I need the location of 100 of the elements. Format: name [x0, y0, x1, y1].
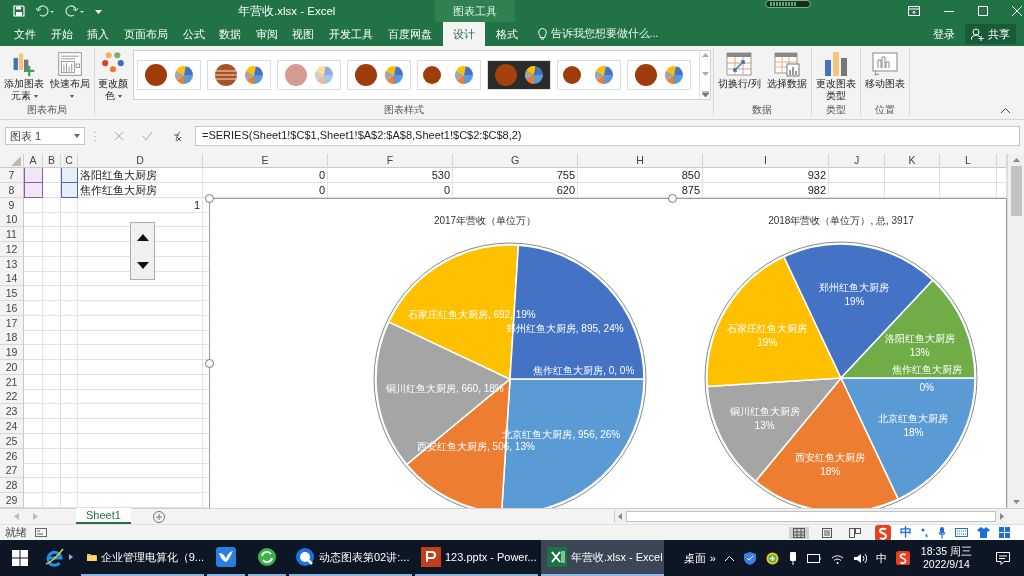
volume-icon[interactable] [853, 552, 867, 564]
scroll-thumb[interactable] [1010, 166, 1022, 216]
row-header[interactable]: 10 [0, 212, 24, 228]
taskbar-item[interactable]: 年营收.xlsx - Excel [541, 540, 664, 576]
resize-handle[interactable] [668, 194, 677, 203]
row-header[interactable]: 23 [0, 404, 24, 420]
scroll-up-icon[interactable] [1012, 158, 1020, 162]
undo-icon[interactable] [35, 5, 55, 17]
value-label[interactable]: 19% [844, 296, 865, 308]
gallery-more-icon[interactable] [701, 91, 709, 97]
ribbon-tab[interactable]: 数据 [211, 22, 249, 46]
ribbon-display-options-icon[interactable] [908, 6, 921, 16]
keyboard-icon[interactable] [955, 528, 968, 537]
share-button[interactable]: 共享 [965, 24, 1016, 44]
ribbon-button[interactable]: 切换行/列 [716, 50, 763, 91]
column-header[interactable]: K [885, 154, 940, 168]
resize-handle[interactable] [205, 194, 214, 203]
insert-function-icon[interactable] [171, 130, 183, 142]
row-header[interactable]: 15 [0, 286, 24, 302]
start-button[interactable] [12, 550, 28, 566]
ribbon-tab[interactable]: 开始 [43, 22, 81, 46]
add-sheet-icon[interactable] [152, 510, 165, 523]
usb-device-icon[interactable] [788, 551, 797, 565]
input-mode-toggle[interactable]: 中 [900, 524, 912, 541]
chart-style-thumbnail[interactable] [487, 60, 551, 90]
row-header[interactable]: 19 [0, 345, 24, 361]
tell-me-search-field[interactable]: 告诉我您想要做什么... [550, 27, 659, 41]
ribbon-tab[interactable]: 页面布局 [116, 22, 176, 46]
column-header[interactable]: G [453, 154, 578, 168]
column-header[interactable]: H [578, 154, 703, 168]
close-icon[interactable] [1012, 6, 1023, 16]
taskbar-item[interactable]: 动态图表第02讲:... [289, 540, 412, 576]
column-header[interactable]: D [78, 154, 203, 168]
clock-date[interactable]: 2022/9/14 [923, 558, 970, 571]
vertical-scrollbar[interactable] [1007, 154, 1024, 508]
row-header[interactable]: 14 [0, 271, 24, 287]
clock-time[interactable]: 18:35 周三 [920, 545, 972, 558]
gallery-scroll-bar[interactable] [699, 51, 710, 99]
row-header[interactable]: 28 [0, 478, 24, 494]
chart-style-thumbnail[interactable] [557, 60, 621, 90]
ribbon-tab[interactable]: 插入 [80, 22, 117, 46]
chart-style-thumbnail[interactable] [347, 60, 411, 90]
ribbon-tab[interactable]: 格式 [488, 22, 526, 46]
taskbar-item[interactable]: 企业管理电算化（9... [81, 540, 204, 576]
row-header[interactable]: 18 [0, 330, 24, 346]
row-header[interactable]: 11 [0, 227, 24, 243]
ribbon-tab[interactable]: 开发工具 [321, 22, 381, 46]
plus-circle-icon[interactable] [765, 551, 779, 565]
column-header[interactable]: J [829, 154, 885, 168]
chart-area[interactable] [209, 198, 1007, 508]
row-header[interactable]: 27 [0, 463, 24, 479]
input-language-indicator[interactable]: 中 [875, 550, 887, 566]
customize-caret-icon[interactable] [95, 8, 102, 14]
ribbon-button[interactable]: 更改图表类型 [813, 50, 858, 103]
save-icon[interactable] [13, 5, 25, 17]
horizontal-scrollbar[interactable] [614, 510, 1007, 523]
scroll-left-icon[interactable] [618, 513, 622, 520]
ribbon-tab[interactable]: 文件 [7, 22, 44, 46]
chart-style-thumbnail[interactable] [277, 60, 341, 90]
column-header[interactable]: F [328, 154, 453, 168]
change-colors-button[interactable]: 更改颜色 [97, 50, 129, 103]
chart-style-thumbnail[interactable] [417, 60, 481, 90]
category-label[interactable]: 焦作红鱼大厨房 [533, 365, 604, 376]
jump-list-arrow-icon[interactable] [69, 554, 73, 560]
toolbar-overflow-button[interactable]: » [709, 552, 716, 564]
notification-icon[interactable] [996, 551, 1010, 565]
shield-icon[interactable] [743, 551, 756, 565]
sign-in-link[interactable]: 登录 [933, 22, 955, 46]
column-header[interactable]: E [203, 154, 328, 168]
maximize-icon[interactable] [978, 6, 989, 16]
scroll-right-icon[interactable] [1000, 513, 1004, 520]
ribbon-tab[interactable]: 设计 [442, 22, 485, 46]
input-method-logo-icon[interactable] [875, 524, 891, 541]
battery-icon[interactable] [806, 553, 821, 563]
row-header[interactable]: 24 [0, 419, 24, 434]
formula-field[interactable]: =SERIES(Sheet1!$C$1,Sheet1!$A$2:$A$8,Sheet1!$C$2:$C$8,2) [195, 126, 1020, 146]
pie-slice[interactable] [840, 279, 976, 379]
ribbon-tab[interactable]: 百度网盘 [380, 22, 439, 46]
macro-record-icon[interactable] [35, 528, 47, 537]
chart-style-thumbnail[interactable] [627, 60, 691, 90]
column-header[interactable]: L [940, 154, 997, 168]
input-method-logo-icon[interactable] [895, 551, 910, 565]
ribbon-button[interactable]: 快速布局 [48, 50, 92, 103]
taskbar-item[interactable]: 123.pptx - Power... [415, 540, 538, 576]
normal-view-icon[interactable] [789, 526, 809, 539]
ribbon-button[interactable]: 移动图表 [862, 50, 907, 91]
collapse-ribbon-icon[interactable] [1001, 108, 1010, 113]
row-header[interactable]: 22 [0, 389, 24, 405]
redo-icon[interactable] [65, 5, 85, 17]
grid-icon[interactable] [999, 527, 1010, 538]
spin-button[interactable] [130, 222, 155, 280]
show-hidden-icons-icon[interactable] [724, 555, 734, 561]
ribbon-tab[interactable]: 视图 [285, 22, 322, 46]
ribbon-button[interactable]: 添加图表元素 [2, 50, 46, 103]
category-label[interactable]: 郑州红鱼大厨房 [819, 282, 890, 294]
scroll-down-icon[interactable] [1012, 500, 1020, 504]
row-header[interactable]: 7 [0, 168, 24, 183]
name-box[interactable]: 图表 1 [5, 127, 85, 145]
wifi-icon[interactable] [830, 552, 844, 564]
value-label[interactable]: , 895, 24% [575, 322, 624, 334]
